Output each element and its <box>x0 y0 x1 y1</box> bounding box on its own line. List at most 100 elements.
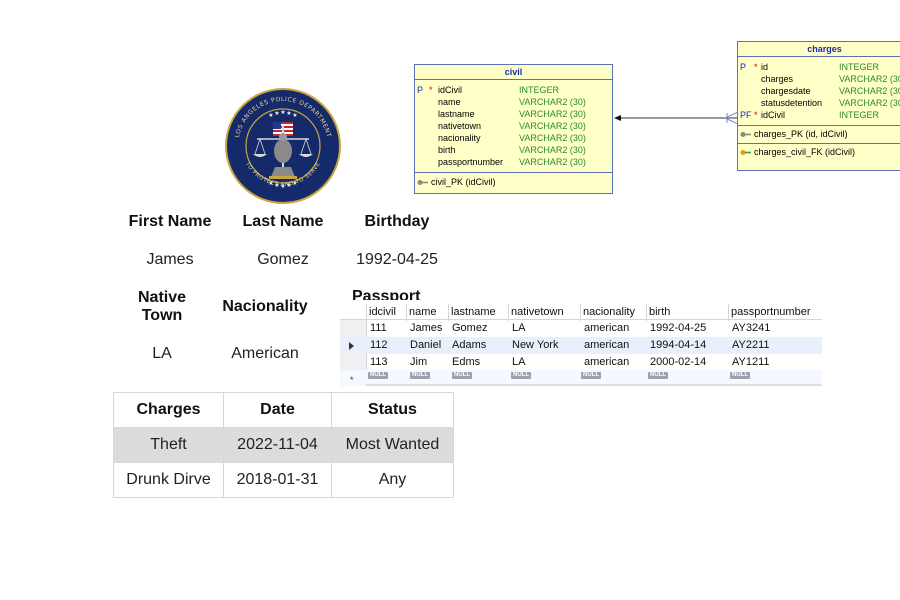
mandatory-marker: * <box>754 110 758 120</box>
key-icon <box>740 132 751 138</box>
charges-column-row: statusdetention VARCHAR2 (30 <box>738 97 900 109</box>
native-town-label: Native Town <box>137 289 187 324</box>
first-name-label: First Name <box>128 213 212 230</box>
civil-column-row: nativetown VARCHAR2 (30) <box>415 120 612 132</box>
charges-header: Charges <box>113 392 224 428</box>
grid-header-nacionality[interactable]: nacionality <box>580 304 646 321</box>
civil-charges-relationship-line <box>614 111 739 125</box>
grid-header-lastname[interactable]: lastname <box>448 304 508 321</box>
grid-cell[interactable]: Gomez <box>448 320 487 337</box>
grid-cell[interactable]: 1994-04-14 <box>646 337 706 354</box>
civil-column-row: lastname VARCHAR2 (30) <box>415 108 612 120</box>
grid-row[interactable]: 113 Jim Edms LA american 2000-02-14 AY12… <box>340 354 822 371</box>
svg-text:★: ★ <box>280 109 285 116</box>
query-result-grid[interactable]: idcivil name lastname nativetown naciona… <box>340 300 822 386</box>
grid-cell[interactable]: Edms <box>448 354 480 371</box>
column-name: name <box>438 97 461 107</box>
column-type: VARCHAR2 (30 <box>839 86 900 96</box>
date-cell: 2018-01-31 <box>223 462 332 498</box>
grid-cell[interactable]: LA <box>508 354 525 371</box>
grid-cell[interactable]: New York <box>508 337 558 354</box>
first-name-value: James <box>146 251 194 268</box>
svg-text:★: ★ <box>292 112 297 119</box>
charges-table-entity[interactable]: charges P * id INTEGER charges VARCHAR2 … <box>737 41 900 171</box>
grid-cell[interactable]: american <box>580 337 629 354</box>
status-header: Status <box>331 392 454 428</box>
charges-column-row: P * id INTEGER <box>738 61 900 73</box>
civil-pk-constraint: civil_PK (idCivil) <box>417 175 496 189</box>
birthday-label: Birthday <box>364 213 430 230</box>
grid-header-birth[interactable]: birth <box>646 304 728 321</box>
null-badge: NULL <box>410 372 430 379</box>
last-name-value: Gomez <box>257 251 309 268</box>
column-name: idCivil <box>761 110 786 120</box>
civil-table-entity[interactable]: civil P * idCivil INTEGER name VARCHAR2 … <box>414 64 613 194</box>
grid-cell[interactable]: american <box>580 354 629 371</box>
grid-header-name[interactable]: name <box>406 304 448 321</box>
column-name: id <box>761 62 769 72</box>
grid-cell[interactable]: AY2211 <box>728 337 770 354</box>
grid-cell[interactable]: american <box>580 320 629 337</box>
charge-cell: Theft <box>113 427 224 463</box>
status-cell: Any <box>331 462 454 498</box>
civil-column-row: name VARCHAR2 (30) <box>415 96 612 108</box>
svg-text:★: ★ <box>286 110 291 117</box>
grid-horizontal-scrollbar[interactable] <box>366 384 822 386</box>
current-row-arrow-icon <box>349 342 354 350</box>
charges-fk-constraint: charges_civil_FK (idCivil) <box>740 145 855 159</box>
grid-cell[interactable]: 113 <box>366 354 388 371</box>
null-badge: NULL <box>648 372 668 379</box>
grid-cell[interactable]: 2000-02-14 <box>646 354 706 371</box>
grid-cell[interactable]: 1992-04-25 <box>646 320 706 337</box>
column-name: nativetown <box>438 121 482 131</box>
civil-entity-title: civil <box>415 65 612 80</box>
date-cell: 2022-11-04 <box>223 427 332 463</box>
grid-row-selected[interactable]: 112 Daniel Adams New York american 1994-… <box>340 337 822 354</box>
mandatory-marker: * <box>429 85 433 95</box>
column-name: lastname <box>438 109 475 119</box>
column-type: VARCHAR2 (30) <box>519 157 586 167</box>
null-badge: NULL <box>511 372 531 379</box>
grid-cell[interactable]: AY1211 <box>728 354 770 371</box>
grid-cell[interactable]: Daniel <box>406 337 441 354</box>
grid-cell[interactable]: James <box>406 320 442 337</box>
grid-cell[interactable]: 112 <box>366 337 388 354</box>
column-type: VARCHAR2 (30) <box>519 121 586 131</box>
column-type: VARCHAR2 (30) <box>519 97 586 107</box>
birthday-value: 1992-04-25 <box>356 251 438 268</box>
grid-cell[interactable]: Adams <box>448 337 486 354</box>
lapd-seal-logo: LOS ANGELES POLICE DEPARTMENT TO PROTECT… <box>225 88 341 204</box>
grid-cell[interactable]: LA <box>508 320 525 337</box>
svg-text:★: ★ <box>274 110 279 117</box>
grid-row[interactable]: 111 James Gomez LA american 1992-04-25 A… <box>340 320 822 337</box>
grid-header-idcivil[interactable]: idcivil <box>366 304 406 321</box>
column-type: VARCHAR2 (30) <box>519 109 586 119</box>
column-name: chargesdate <box>761 86 811 96</box>
charges-table-row: Theft 2022-11-04 Most Wanted <box>113 427 454 463</box>
grid-header-passportnumber[interactable]: passportnumber <box>728 304 822 321</box>
entity-divider <box>738 125 900 126</box>
svg-text:★: ★ <box>274 182 279 189</box>
grid-cell[interactable]: AY3241 <box>728 320 770 337</box>
charges-pk-constraint: charges_PK (id, idCivil) <box>740 127 848 141</box>
column-name: idCivil <box>438 85 463 95</box>
civil-column-row: birth VARCHAR2 (30) <box>415 144 612 156</box>
svg-text:★: ★ <box>268 112 273 119</box>
nacionality-label: Nacionality <box>222 298 308 315</box>
charges-table: Charges Date Status Theft 2022-11-04 Mos… <box>113 392 454 498</box>
key-icon <box>417 180 428 186</box>
charges-entity-title: charges <box>738 42 900 57</box>
charge-cell: Drunk Dirve <box>113 462 224 498</box>
grid-cell[interactable]: Jim <box>406 354 427 371</box>
grid-cell[interactable]: 111 <box>366 320 387 337</box>
column-type: VARCHAR2 (30) <box>519 133 586 143</box>
null-badge: NULL <box>368 372 388 379</box>
null-badge: NULL <box>581 372 601 379</box>
null-badge: NULL <box>730 372 750 379</box>
column-type: VARCHAR2 (30) <box>519 145 586 155</box>
column-type: INTEGER <box>839 110 880 120</box>
column-type: INTEGER <box>839 62 880 72</box>
column-name: charges <box>761 74 794 84</box>
column-type: INTEGER <box>519 85 560 95</box>
grid-header-nativetown[interactable]: nativetown <box>508 304 580 321</box>
